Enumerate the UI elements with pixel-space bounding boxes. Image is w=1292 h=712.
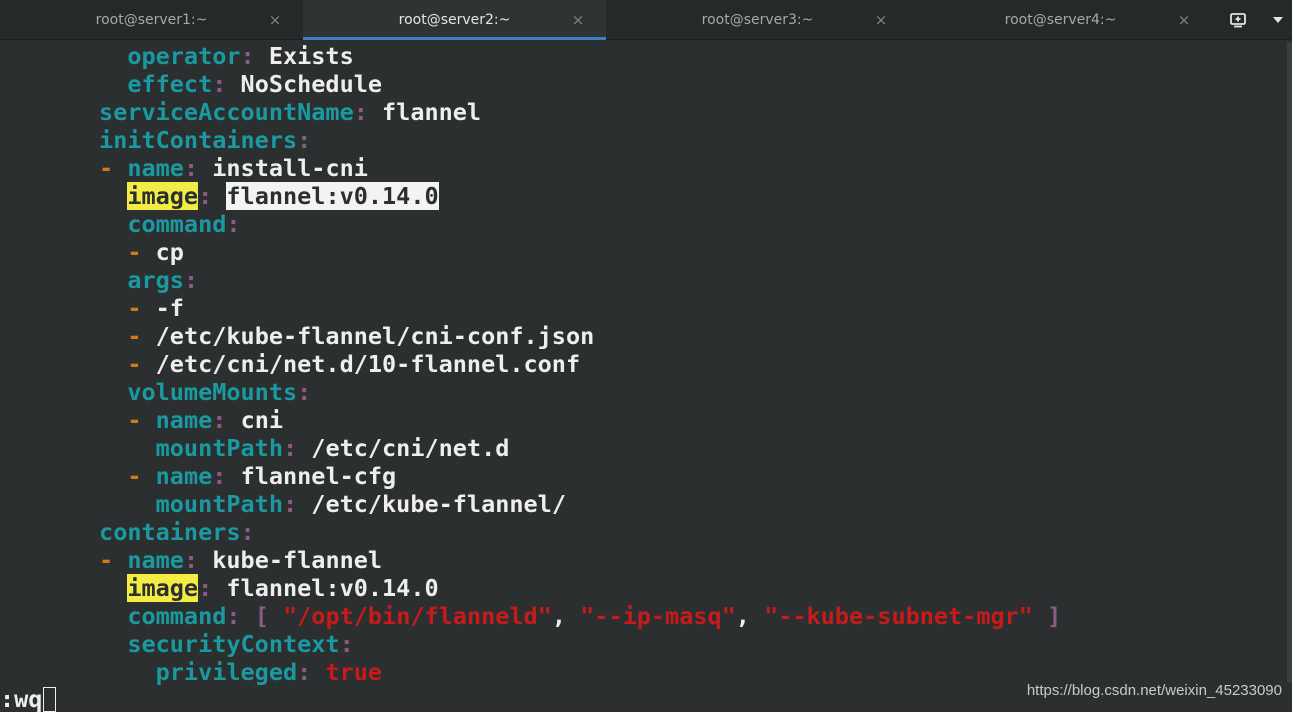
yaml-line: volumeMounts: bbox=[127, 378, 312, 406]
yaml-line: initContainers: bbox=[99, 126, 312, 154]
scrollbar[interactable] bbox=[1287, 42, 1292, 682]
yaml-line: securityContext: bbox=[127, 630, 354, 658]
watermark: https://blog.csdn.net/weixin_45233090 bbox=[1026, 682, 1282, 699]
yaml-line: command: [ "/opt/bin/flanneld", "--ip-ma… bbox=[127, 602, 1062, 630]
yaml-line: - name: flannel-cfg bbox=[127, 462, 397, 490]
terminal-content[interactable]: operator: Exists effect: NoSchedule serv… bbox=[0, 42, 1288, 712]
yaml-line: - -f bbox=[127, 294, 184, 322]
close-tab-icon[interactable]: × bbox=[267, 11, 283, 29]
yaml-line: image: flannel:v0.14.0 bbox=[127, 182, 439, 210]
yaml-line: effect: NoSchedule bbox=[127, 70, 383, 98]
chevron-down-icon[interactable] bbox=[1268, 10, 1288, 30]
yaml-line: operator: Exists bbox=[127, 42, 354, 70]
yaml-line: serviceAccountName: flannel bbox=[99, 98, 482, 126]
yaml-line: mountPath: /etc/kube-flannel/ bbox=[155, 490, 566, 518]
selected-text: flannel:v0.14.0 bbox=[226, 182, 439, 210]
command-text: :wq bbox=[0, 685, 43, 712]
tab-title: root@server3:~ bbox=[701, 12, 814, 28]
new-tab-icon[interactable] bbox=[1228, 10, 1248, 30]
tab-title: root@server1:~ bbox=[95, 12, 208, 28]
search-match: image bbox=[127, 574, 199, 602]
tab-title: root@server4:~ bbox=[1004, 12, 1117, 28]
tab-server2[interactable]: root@server2:~ × bbox=[303, 0, 606, 40]
yaml-line: containers: bbox=[99, 518, 255, 546]
tab-server1[interactable]: root@server1:~ × bbox=[0, 0, 303, 40]
close-tab-icon[interactable]: × bbox=[873, 11, 889, 29]
tab-bar: root@server1:~ × root@server2:~ × root@s… bbox=[0, 0, 1292, 40]
vim-command-line[interactable]: :wq bbox=[0, 685, 57, 712]
yaml-line: image: flannel:v0.14.0 bbox=[127, 574, 439, 602]
tab-server4[interactable]: root@server4:~ × bbox=[909, 0, 1212, 40]
text-cursor bbox=[43, 687, 57, 712]
yaml-line: mountPath: /etc/cni/net.d bbox=[155, 434, 510, 462]
yaml-line: - name: cni bbox=[127, 406, 284, 434]
yaml-line: - name: install-cni bbox=[99, 154, 368, 182]
yaml-line: args: bbox=[127, 266, 199, 294]
close-tab-icon[interactable]: × bbox=[1176, 11, 1192, 29]
yaml-line: - /etc/cni/net.d/10-flannel.conf bbox=[127, 350, 581, 378]
yaml-line: - cp bbox=[127, 238, 184, 266]
yaml-line: - /etc/kube-flannel/cni-conf.json bbox=[127, 322, 595, 350]
search-match: image bbox=[127, 182, 199, 210]
yaml-line: - name: kube-flannel bbox=[99, 546, 383, 574]
yaml-line: privileged: true bbox=[155, 658, 383, 686]
close-tab-icon[interactable]: × bbox=[570, 11, 586, 29]
tab-server3[interactable]: root@server3:~ × bbox=[606, 0, 909, 40]
yaml-line: command: bbox=[127, 210, 241, 238]
tab-title: root@server2:~ bbox=[398, 12, 511, 28]
